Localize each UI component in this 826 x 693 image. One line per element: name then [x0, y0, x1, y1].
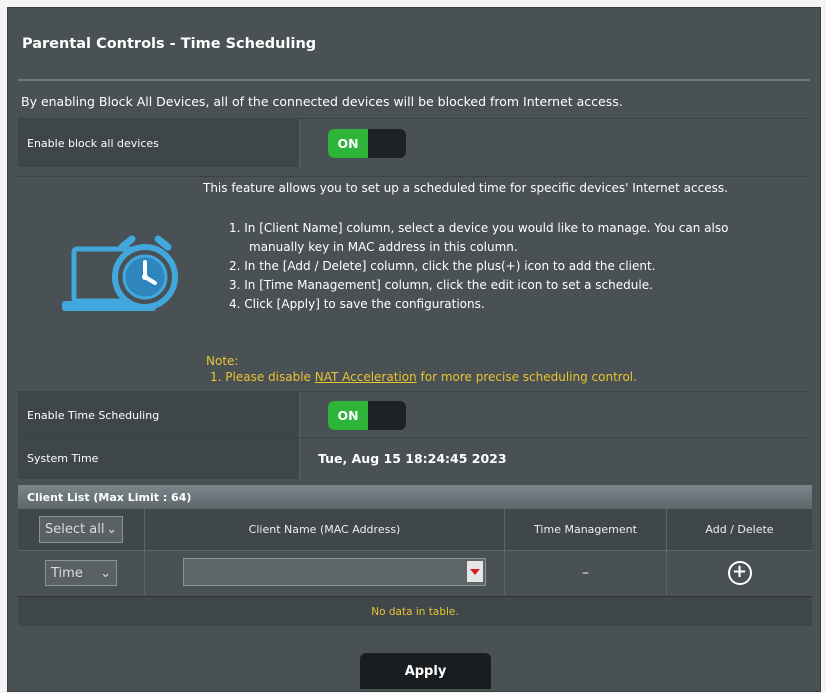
note-suffix: for more precise scheduling control. [416, 370, 637, 384]
select-all-dropdown[interactable]: Select all ⌄ [39, 516, 123, 543]
note-prefix: 1. Please disable [210, 370, 315, 384]
client-list-columns: Select all ⌄ Client Name (MAC Address) T… [18, 509, 812, 550]
title-divider [18, 79, 810, 81]
column-add-delete: Add / Delete [667, 509, 812, 550]
empty-table-message: No data in table. [18, 596, 812, 626]
toggle-on-label: ON [328, 129, 368, 158]
chevron-down-icon: ⌄ [106, 522, 117, 537]
chevron-down-icon: ⌄ [100, 565, 111, 581]
alarm-clock-laptop-icon [62, 235, 178, 311]
block-all-description: By enabling Block All Devices, all of th… [21, 94, 623, 109]
system-time-value: Tue, Aug 15 18:24:45 2023 [318, 451, 507, 466]
block-all-row: Enable block all devices ON [18, 118, 810, 167]
apply-button[interactable]: Apply [360, 653, 491, 689]
time-management-value: – [505, 551, 667, 595]
block-all-toggle[interactable]: ON [328, 129, 406, 158]
note-line: 1. Please disable NAT Acceleration for m… [206, 369, 637, 385]
time-scheduling-toggle[interactable]: ON [328, 401, 406, 430]
client-input-row: Time ⌄ – + [18, 550, 812, 595]
instruction-steps: 1. In [Client Name] column, select a dev… [229, 219, 728, 314]
client-name-input[interactable] [183, 558, 486, 586]
select-all-cell: Select all ⌄ [18, 509, 145, 550]
column-client-name: Client Name (MAC Address) [145, 509, 505, 550]
client-dropdown-arrow-icon[interactable] [467, 561, 483, 582]
step-1: 1. In [Client Name] column, select a dev… [229, 221, 729, 235]
select-all-label: Select all [45, 522, 105, 537]
time-scheduling-row: Enable Time Scheduling ON [18, 391, 810, 438]
step-2: 2. In the [Add / Delete] column, click t… [229, 259, 656, 273]
info-section: This feature allows you to set up a sche… [18, 176, 810, 392]
note-title: Note: [206, 354, 239, 368]
main-panel: Parental Controls - Time Scheduling By e… [8, 8, 820, 691]
system-time-label: System Time [18, 438, 300, 479]
time-dropdown[interactable]: Time ⌄ [45, 560, 117, 586]
block-all-label: Enable block all devices [18, 119, 300, 167]
system-time-row: System Time Tue, Aug 15 18:24:45 2023 [18, 437, 810, 479]
toggle-on-label: ON [328, 401, 368, 430]
time-select-cell: Time ⌄ [18, 551, 145, 595]
step-4: 4. Click [Apply] to save the configurati… [229, 297, 485, 311]
nat-acceleration-link[interactable]: NAT Acceleration [315, 370, 417, 384]
note-block: Note: 1. Please disable NAT Acceleration… [206, 353, 637, 385]
page-title: Parental Controls - Time Scheduling [22, 36, 317, 52]
step-3: 3. In [Time Management] column, click th… [229, 278, 653, 292]
add-cell: + [667, 551, 812, 595]
time-dropdown-label: Time [51, 565, 83, 581]
time-scheduling-label: Enable Time Scheduling [18, 392, 300, 438]
step-1-continued: manually key in MAC address in this colu… [249, 240, 518, 254]
column-time-management: Time Management [505, 509, 667, 550]
feature-intro: This feature allows you to set up a sche… [203, 181, 728, 195]
client-list-header: Client List (Max Limit : 64) [18, 485, 812, 509]
add-client-plus-icon[interactable]: + [727, 561, 752, 585]
